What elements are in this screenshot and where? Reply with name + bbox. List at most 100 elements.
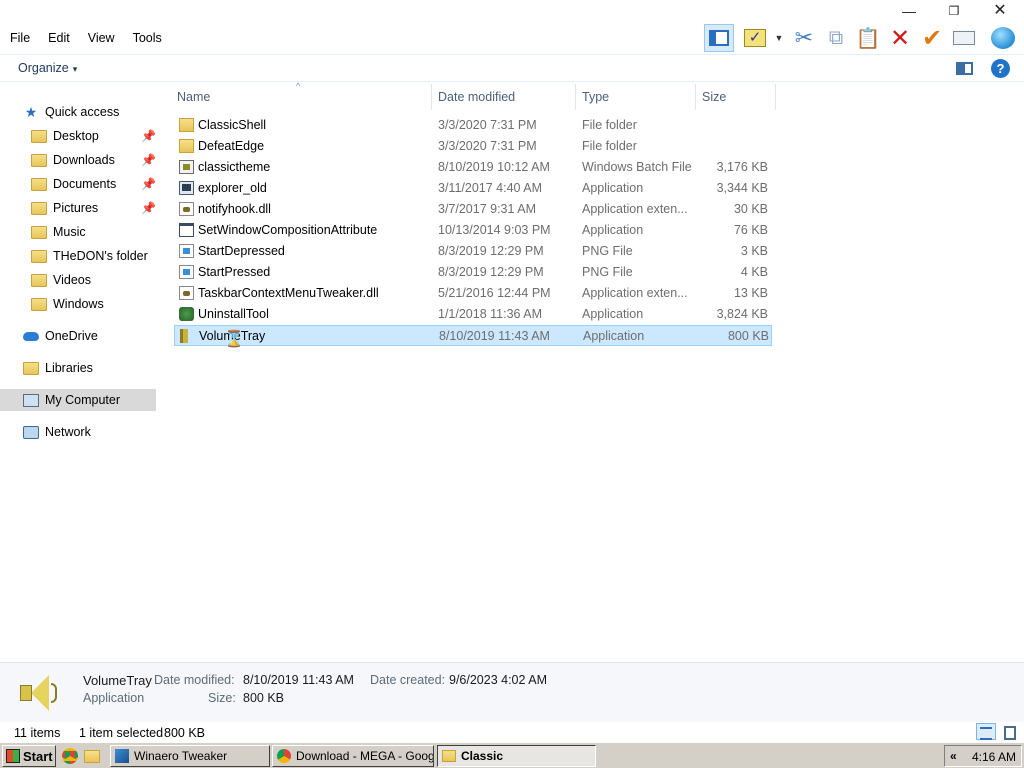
winaero-icon [115, 749, 129, 763]
pin-icon: 📌 [141, 177, 156, 191]
properties-button[interactable]: ✓ [740, 24, 770, 52]
file-type: Application exten... [582, 202, 688, 216]
nav-item-quick-access[interactable]: ★ Quick access [0, 101, 156, 123]
organize-button[interactable]: Organize ▾ [18, 61, 77, 75]
chevron-down-icon: ▾ [72, 64, 78, 74]
menu-bar: File Edit View Tools [0, 28, 170, 48]
pin-icon: 📌 [141, 201, 156, 215]
nav-item-label: Desktop [53, 129, 99, 143]
nav-item-label: Documents [53, 177, 117, 191]
folder-icon [31, 249, 47, 263]
system-tray: « 4:16 AM [944, 745, 1022, 767]
file-row[interactable]: classictheme 8/10/2019 10:12 AM Windows Ba… [174, 157, 772, 178]
nav-item-videos[interactable]: Videos [0, 269, 156, 291]
nav-item-music[interactable]: Music [0, 221, 156, 243]
organize-label: Organize [18, 61, 69, 75]
large-icons-view-icon[interactable] [1000, 723, 1020, 740]
tray-expand-icon[interactable]: « [950, 749, 957, 763]
preview-pane-button[interactable] [704, 24, 734, 52]
menu-view[interactable]: View [78, 28, 123, 48]
file-name: ClassicShell [198, 118, 267, 132]
chrome-icon[interactable] [62, 748, 78, 764]
nav-item-documents[interactable]: Documents 📌 [0, 173, 156, 195]
properties-dropdown-button[interactable]: ▼ [772, 24, 786, 52]
folder-icon [31, 225, 47, 239]
nav-item-windows[interactable]: Windows [0, 293, 156, 315]
file-type: Application exten... [582, 286, 688, 300]
folder-icon [442, 750, 456, 762]
folder-icon[interactable] [84, 750, 100, 763]
file-date: 8/10/2019 10:12 AM [438, 160, 550, 174]
help-icon[interactable]: ? [991, 59, 1010, 78]
file-row[interactable]: DefeatEdge 3/3/2020 7:31 PM File folder [174, 136, 772, 157]
uninstall-tool-icon [179, 307, 194, 321]
folder-icon [31, 201, 47, 215]
start-button[interactable]: Start [2, 745, 56, 767]
dropdown-arrow-icon: ▼ [774, 33, 784, 43]
nav-item-downloads[interactable]: Downloads 📌 [0, 149, 156, 171]
nav-item-my-computer[interactable]: My Computer [0, 389, 156, 411]
file-row[interactable]: StartPressed 8/3/2019 12:29 PM PNG File 4 K… [174, 262, 772, 283]
speaker-icon [180, 329, 195, 343]
minimize-button[interactable]: — [886, 0, 932, 22]
details-view-icon[interactable] [976, 723, 996, 740]
column-header-size[interactable]: Size [696, 84, 776, 110]
nav-item-pictures[interactable]: Pictures 📌 [0, 197, 156, 219]
file-size: 3 KB [740, 244, 768, 258]
file-row[interactable]: notifyhook.dll 3/7/2017 9:31 AM Applicatio… [174, 199, 772, 220]
rename-icon [953, 31, 975, 45]
nav-item-onedrive[interactable]: OneDrive [0, 325, 156, 347]
column-header-date-modified[interactable]: Date modified [432, 84, 576, 110]
nav-item-label: Downloads [53, 153, 115, 167]
hourglass-cursor-icon: ⌛ [224, 331, 244, 348]
nav-item-network[interactable]: Network [0, 421, 156, 443]
nav-item-libraries[interactable]: Libraries [0, 357, 156, 379]
batch-file-icon [179, 160, 194, 174]
menu-tools[interactable]: Tools [123, 28, 170, 48]
nav-item-label: OneDrive [45, 329, 98, 343]
nav-item-thedons-folder[interactable]: THeDON's folder [0, 245, 156, 267]
nav-item-label: THeDON's folder [53, 249, 148, 263]
file-row[interactable]: StartDepressed 8/3/2019 12:29 PM PNG File 3… [174, 241, 772, 262]
file-row[interactable]: TaskbarContextMenuTweaker.dll 5/21/2016 1… [174, 283, 772, 304]
file-list: ^ Name Date modified Type Size ClassicSh… [157, 81, 1024, 662]
checkmark-button[interactable]: ✔ [918, 24, 946, 52]
rename-button[interactable] [950, 24, 978, 52]
file-size: 4 KB [740, 265, 768, 279]
preview-pane-toggle-icon[interactable] [956, 62, 973, 75]
details-date-created: 9/6/2023 4:02 AM [449, 673, 547, 687]
menu-file[interactable]: File [0, 28, 38, 48]
taskbar-button-winaero-tweaker[interactable]: Winaero Tweaker [110, 745, 270, 767]
file-row-selected[interactable]: VolumeTray 8/10/2019 11:43 AM Application 8… [174, 325, 772, 346]
file-name: StartDepressed [198, 244, 285, 258]
folder-icon [31, 273, 47, 287]
nav-item-desktop[interactable]: Desktop 📌 [0, 125, 156, 147]
delete-button[interactable]: ✕ [886, 24, 914, 52]
task-label: Download - MEGA - Googl... [296, 749, 434, 763]
close-button[interactable]: ✕ [977, 0, 1023, 22]
paste-icon: 📋 [855, 27, 881, 50]
column-header-type[interactable]: Type [576, 84, 696, 110]
globe-button[interactable] [988, 24, 1018, 52]
cut-button[interactable]: ✂ [790, 24, 818, 52]
clock[interactable]: 4:16 AM [972, 750, 1016, 764]
taskbar-button-classic[interactable]: Classic [437, 745, 596, 767]
file-row[interactable]: ClassicShell 3/3/2020 7:31 PM File folder [174, 115, 772, 136]
globe-icon [991, 27, 1015, 49]
computer-icon [23, 393, 39, 407]
nav-item-label: Quick access [45, 105, 120, 119]
dll-icon [179, 286, 194, 300]
file-row[interactable]: UninstallTool 1/1/2018 11:36 AM Applicatio… [174, 304, 772, 325]
details-date-created-label: Date created: [370, 673, 446, 687]
column-header-name[interactable]: Name [171, 84, 432, 110]
file-row[interactable]: explorer_old 3/11/2017 4:40 AM Application… [174, 178, 772, 199]
menu-edit[interactable]: Edit [38, 28, 78, 48]
nav-item-label: Videos [53, 273, 91, 287]
copy-button[interactable]: ⧉ [822, 24, 850, 52]
paste-button[interactable]: 📋 [854, 24, 882, 52]
file-row[interactable]: SetWindowCompositionAttribute 10/13/2014 … [174, 220, 772, 241]
taskbar-button-chrome[interactable]: Download - MEGA - Googl... [272, 745, 434, 767]
png-icon [179, 244, 194, 258]
restore-button[interactable]: ❐ [931, 0, 977, 22]
status-selection-size: 800 KB [164, 726, 206, 740]
